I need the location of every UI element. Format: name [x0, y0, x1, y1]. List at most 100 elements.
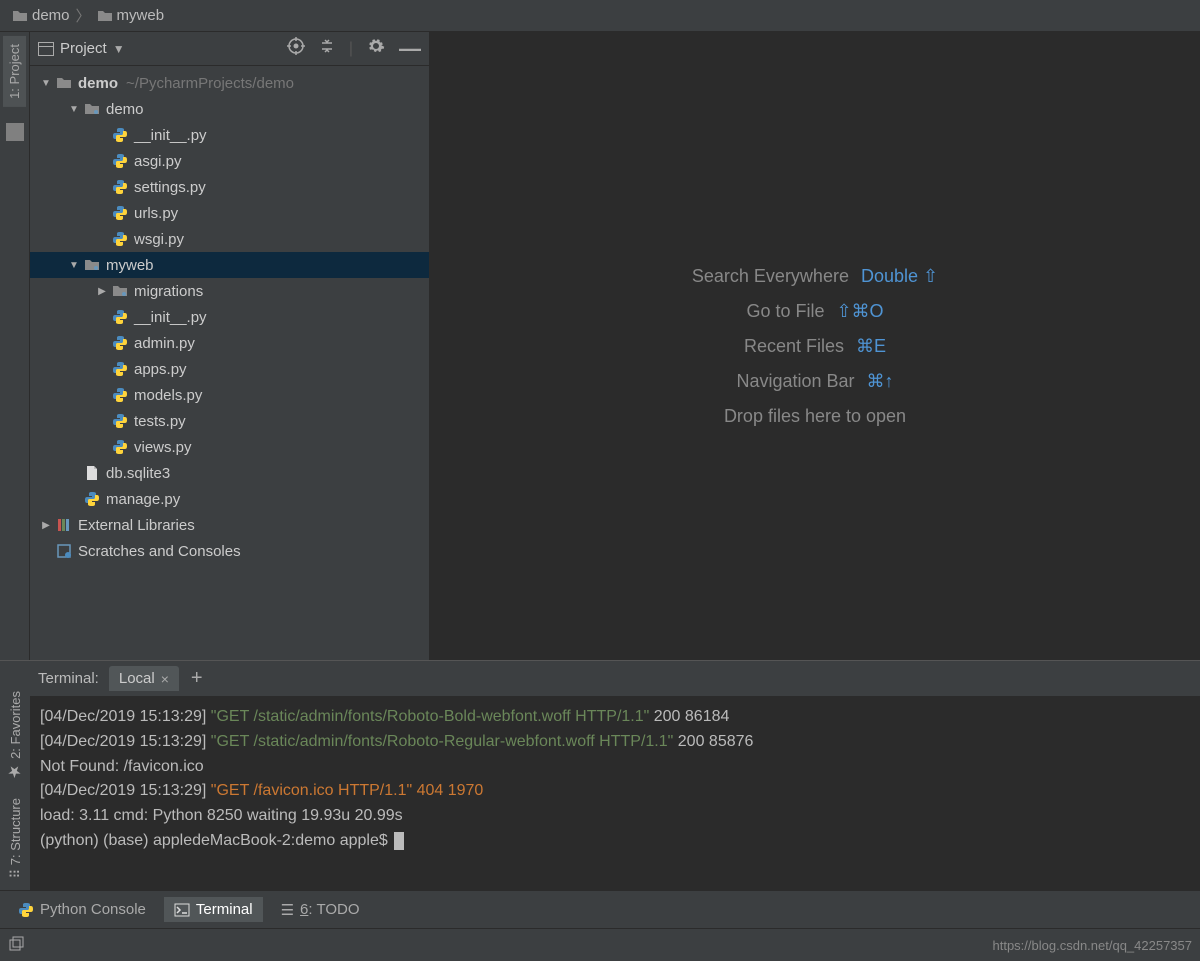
- collapse-icon[interactable]: [319, 38, 335, 59]
- chevron-down-icon[interactable]: ▼: [113, 42, 125, 56]
- sidebar-tab-favorites[interactable]: ★ 2: Favorites: [2, 683, 29, 790]
- terminal-panel: ★ 2: Favorites ⠿ 7: Structure Terminal: …: [0, 660, 1200, 890]
- tree-label: asgi.py: [134, 153, 182, 170]
- tree-row[interactable]: ▶asgi.py: [30, 148, 429, 174]
- structure-icon: ⠿: [8, 868, 23, 878]
- tree-row[interactable]: ▶External Libraries: [30, 512, 429, 538]
- close-icon[interactable]: ×: [161, 671, 169, 687]
- py-icon: [110, 335, 130, 351]
- tree-row[interactable]: ▼demo~/PycharmProjects/demo: [30, 70, 429, 96]
- tree-row[interactable]: ▶admin.py: [30, 330, 429, 356]
- tree-row[interactable]: ▶models.py: [30, 382, 429, 408]
- breadcrumb-label: myweb: [117, 7, 165, 24]
- tree-label: migrations: [134, 283, 203, 300]
- chevron-down-icon[interactable]: ▼: [66, 260, 82, 271]
- chevron-down-icon[interactable]: ▼: [66, 104, 82, 115]
- terminal-line: [04/Dec/2019 15:13:29] "GET /favicon.ico…: [40, 779, 1190, 804]
- py-icon: [110, 439, 130, 455]
- tree-row[interactable]: ▶wsgi.py: [30, 226, 429, 252]
- tree-row[interactable]: ▼ myweb: [30, 252, 429, 278]
- breadcrumb-item-1[interactable]: myweb: [93, 7, 169, 24]
- tree-row[interactable]: ▶__init__.py: [30, 122, 429, 148]
- py-icon: [110, 387, 130, 403]
- hint-recent-files: Recent Files ⌘E: [744, 336, 886, 357]
- py-icon: [110, 153, 130, 169]
- hide-icon[interactable]: —: [399, 36, 421, 62]
- list-icon: ☰: [281, 901, 294, 919]
- sidebar-tab-project[interactable]: 1: Project: [3, 36, 26, 107]
- py-icon: [110, 205, 130, 221]
- py-icon: [110, 413, 130, 429]
- tree-row[interactable]: ▶urls.py: [30, 200, 429, 226]
- terminal-line: [04/Dec/2019 15:13:29] "GET /static/admi…: [40, 730, 1190, 755]
- py-icon: [110, 231, 130, 247]
- breadcrumb: demo 〉 myweb: [0, 0, 1200, 32]
- window-restore-icon[interactable]: [8, 936, 24, 955]
- python-icon: [18, 902, 34, 918]
- tree-row[interactable]: ▶__init__.py: [30, 304, 429, 330]
- tool-window-bar: Python Console Terminal ☰ 6: TODO: [0, 890, 1200, 928]
- main-area: 1: Project Project ▼ |: [0, 32, 1200, 660]
- gear-icon[interactable]: [367, 37, 385, 60]
- project-panel-header: Project ▼ | —: [30, 32, 429, 66]
- sidebar-placeholder-icon[interactable]: [6, 123, 24, 141]
- target-icon[interactable]: [287, 37, 305, 60]
- terminal-tabs: Terminal: Local × +: [30, 661, 1200, 697]
- lib-icon: [54, 517, 74, 533]
- tree-row[interactable]: ▶tests.py: [30, 408, 429, 434]
- terminal-tab-local[interactable]: Local ×: [109, 666, 179, 691]
- left-sidebar-bottom: ★ 2: Favorites ⠿ 7: Structure: [0, 661, 30, 890]
- py-icon: [110, 179, 130, 195]
- terminal-line: Not Found: /favicon.ico: [40, 755, 1190, 780]
- folder-pkg-icon: [110, 283, 130, 299]
- tree-label: settings.py: [134, 179, 206, 196]
- project-tree[interactable]: ▼demo~/PycharmProjects/demo▼demo▶__init_…: [30, 66, 429, 660]
- folder-pkg-icon: [82, 101, 102, 117]
- tree-row[interactable]: ▶db.sqlite3: [30, 460, 429, 486]
- tree-row[interactable]: ▶views.py: [30, 434, 429, 460]
- tree-row[interactable]: ▶manage.py: [30, 486, 429, 512]
- chevron-down-icon[interactable]: ▼: [38, 78, 54, 89]
- tree-row[interactable]: ▶settings.py: [30, 174, 429, 200]
- hint-navigation-bar: Navigation Bar ⌘↑: [736, 371, 893, 392]
- chevron-right-icon[interactable]: ▶: [38, 520, 54, 531]
- tree-label: __init__.py: [134, 309, 207, 326]
- chevron-right-icon[interactable]: ▶: [94, 286, 110, 297]
- breadcrumb-label: demo: [32, 7, 70, 24]
- project-panel: Project ▼ | — ▼demo~/PycharmProjects/dem…: [30, 32, 430, 660]
- breadcrumb-item-0[interactable]: demo: [8, 7, 74, 24]
- tree-label: tests.py: [134, 413, 186, 430]
- hint-go-to-file: Go to File ⇧⌘O: [746, 301, 883, 322]
- tree-label: urls.py: [134, 205, 178, 222]
- tree-label: db.sqlite3: [106, 465, 170, 482]
- tree-label: admin.py: [134, 335, 195, 352]
- terminal-line: (python) (base) appledeMacBook-2:demo ap…: [40, 829, 1190, 854]
- tree-row[interactable]: ▶ migrations: [30, 278, 429, 304]
- left-sidebar: 1: Project: [0, 32, 30, 660]
- tree-row[interactable]: ▼demo: [30, 96, 429, 122]
- tree-label: __init__.py: [134, 127, 207, 144]
- editor-empty-state: Search Everywhere Double ⇧ Go to File ⇧⌘…: [430, 32, 1200, 660]
- window-icon: [38, 42, 54, 56]
- terminal-title: Terminal:: [38, 670, 99, 687]
- folder-pkg-icon: [82, 257, 102, 273]
- py-icon: [110, 127, 130, 143]
- scratch-icon: [54, 543, 74, 559]
- tool-todo[interactable]: ☰ 6: TODO: [271, 897, 370, 923]
- terminal-output[interactable]: [04/Dec/2019 15:13:29] "GET /static/admi…: [30, 697, 1200, 890]
- cursor: [394, 832, 404, 850]
- status-bar: https://blog.csdn.net/qq_42257357: [0, 928, 1200, 961]
- folder-icon: [97, 8, 113, 24]
- terminal-icon: [174, 902, 190, 918]
- tree-row[interactable]: ▶apps.py: [30, 356, 429, 382]
- tool-python-console[interactable]: Python Console: [8, 897, 156, 922]
- tree-label: models.py: [134, 387, 202, 404]
- tree-label: views.py: [134, 439, 192, 456]
- folder-icon: [12, 8, 28, 24]
- tree-label: wsgi.py: [134, 231, 184, 248]
- tool-terminal[interactable]: Terminal: [164, 897, 263, 922]
- tree-label: myweb: [106, 257, 154, 274]
- add-tab-button[interactable]: +: [181, 667, 213, 690]
- tree-row[interactable]: ▶Scratches and Consoles: [30, 538, 429, 564]
- sidebar-tab-structure[interactable]: ⠿ 7: Structure: [4, 790, 27, 886]
